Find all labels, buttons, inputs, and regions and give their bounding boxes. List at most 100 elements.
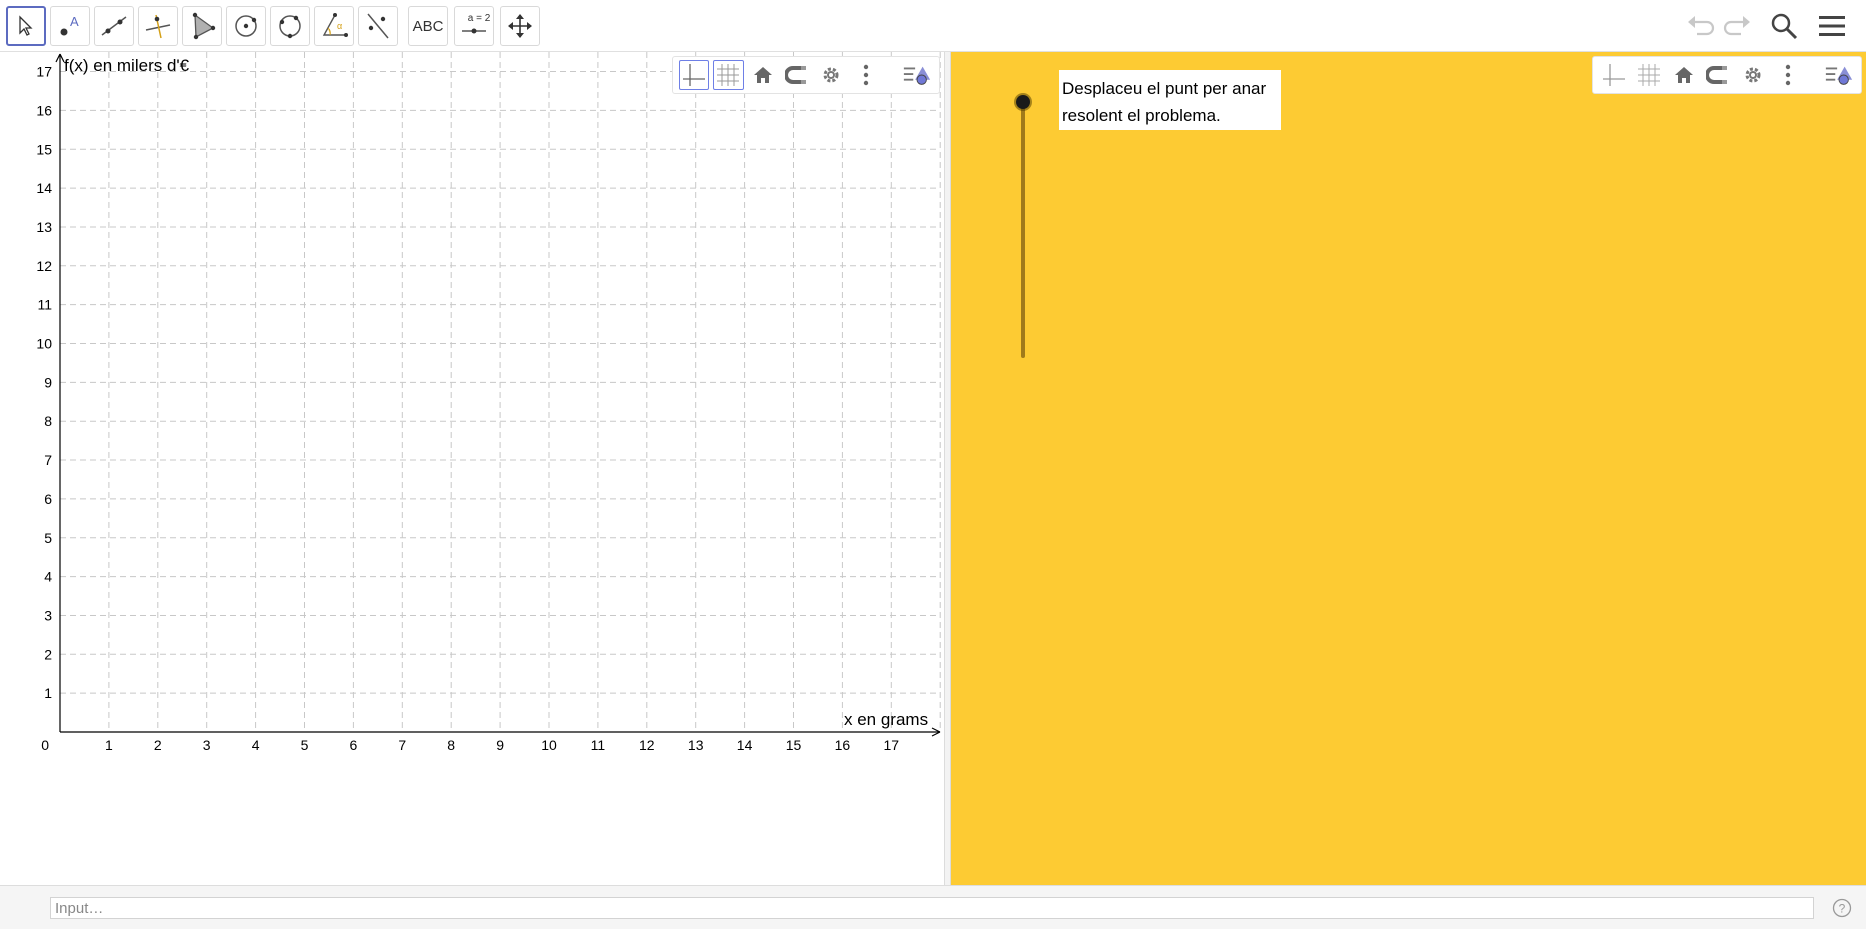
toggle-axes-button[interactable] [679,60,710,90]
x-tick-label: 16 [835,737,851,753]
y-axis-label: f(x) en milers d'€ [64,56,190,75]
x-tick-label: 8 [447,737,455,753]
point-capturing-button-2[interactable] [1703,60,1734,90]
algebra-input-field[interactable] [50,897,1814,919]
move-arrows-icon [508,14,532,38]
axes-icon [683,64,706,86]
view-menu-button[interactable] [901,60,933,90]
toggle-grid-button-2[interactable] [1634,60,1665,90]
circle-center-icon [235,15,257,37]
x-tick-label: 13 [688,737,704,753]
graphics-settings-button[interactable] [816,60,846,90]
magnet-icon [785,66,807,84]
x-tick-label: 9 [496,737,504,753]
circle-center-tool-button[interactable] [226,6,266,46]
x-tick-label: 12 [639,737,655,753]
y-tick-label: 3 [44,607,52,623]
graphics-view-2[interactable]: Desplaceu el punt per anar resolent el p… [951,52,1866,885]
y-tick-label: 5 [44,530,52,546]
x-axis-label: x en grams [844,710,929,729]
standard-view-button[interactable] [748,60,778,90]
circle-three-points-tool-button[interactable] [270,6,310,46]
angle-tool-button[interactable]: α [314,6,354,46]
undo-button[interactable] [1682,8,1718,44]
point-capturing-button[interactable] [782,60,812,90]
grid-icon [1638,64,1660,86]
undo-icon [1688,16,1715,36]
svg-text:A: A [70,14,79,29]
toggle-grid-button[interactable] [713,60,744,90]
y-tick-label: 9 [44,374,52,390]
x-tick-label: 6 [350,737,358,753]
x-tick-label: 3 [203,737,211,753]
point-tool-button[interactable]: A [50,6,90,46]
slider-tool-button[interactable] [454,6,494,46]
toggle-axes-button-2[interactable] [1599,60,1630,90]
redo-button[interactable] [1720,8,1756,44]
x-tick-label: 17 [884,737,900,753]
angle-icon: α [322,13,348,37]
perpendicular-line-tool-button[interactable] [138,6,178,46]
view-menu-button-2[interactable] [1823,60,1855,90]
y-tick-label: 12 [36,258,52,274]
input-bar: ? [0,885,1866,929]
toolbar: A α ABC a = 2 [0,0,1866,52]
cursor-arrow-icon [19,15,33,36]
vertical-dots-icon [863,64,868,86]
x-tick-label: 4 [252,737,260,753]
y-tick-label: 4 [44,569,52,585]
coordinate-plane[interactable]: 1 2 3 4 5 6 7 8 9 10 11 12 13 14 15 16 17123456789101112… [0,52,944,885]
reflect-tool-button[interactable] [358,6,398,46]
circle-three-points-icon [279,15,301,39]
y-tick-label: 8 [44,413,52,429]
reflect-icon [367,13,389,39]
graphics-view-1[interactable]: 1 2 3 4 5 6 7 8 9 10 11 12 13 14 15 16 17 1 2 3 4 5 6 7 8 9 10 11 12… [0,52,944,885]
polygon-tool-button[interactable] [182,6,222,46]
text-tool-button[interactable]: ABC [408,6,448,46]
axes-icon [1603,64,1626,86]
x-tick-label: 11 [591,737,606,753]
svg-text:α: α [337,21,342,31]
home-icon [1674,67,1693,83]
help-icon[interactable]: ? [1832,898,1852,918]
grid-icon [717,64,740,86]
graphics-settings-button-2[interactable] [1738,60,1769,90]
slider-handle[interactable] [1016,95,1030,109]
gear-icon [823,67,839,83]
x-tick-label: 14 [737,737,753,753]
y-tick-label: 11 [37,297,52,313]
standard-view-button-2[interactable] [1668,60,1699,90]
y-tick-label: 6 [44,491,52,507]
graphics-view-2-menu-icon [1825,66,1853,85]
x-tick-label: 10 [541,737,557,753]
redo-icon [1723,16,1750,36]
gear-icon [1745,67,1761,83]
more-options-button[interactable] [851,60,881,90]
move-tool-button[interactable] [6,6,46,46]
more-options-button-2[interactable] [1772,60,1803,90]
x-tick-label: 7 [398,737,406,753]
instruction-line-1: Desplaceu el punt per anar [1062,79,1267,98]
instruction-line-2: resolent el problema. [1062,106,1221,125]
y-tick-label: 17 [36,64,52,80]
perpendicular-line-icon [145,14,171,39]
x-tick-label: 15 [786,737,802,753]
move-graphics-view-tool-button[interactable] [500,6,540,46]
view-divider[interactable] [944,52,951,885]
instruction-text: Desplaceu el punt per anar resolent el p… [1059,70,1281,130]
origin-label: 0 [41,737,49,753]
y-tick-label: 1 [44,685,52,701]
vertical-slider[interactable] [1016,95,1030,358]
y-tick-label: 16 [36,102,52,118]
graphics2-style-bar [1592,56,1862,94]
hamburger-menu-icon [1819,16,1845,36]
x-tick-label: 5 [301,737,309,753]
text-tool-label: ABC [412,17,444,35]
main-menu-button[interactable] [1814,8,1850,44]
search-icon [1771,13,1798,40]
y-tick-label: 10 [36,336,52,352]
y-tick-label: 15 [36,141,52,157]
search-button[interactable] [1766,8,1802,44]
line-tool-button[interactable] [94,6,134,46]
slider-track[interactable] [1021,102,1025,358]
